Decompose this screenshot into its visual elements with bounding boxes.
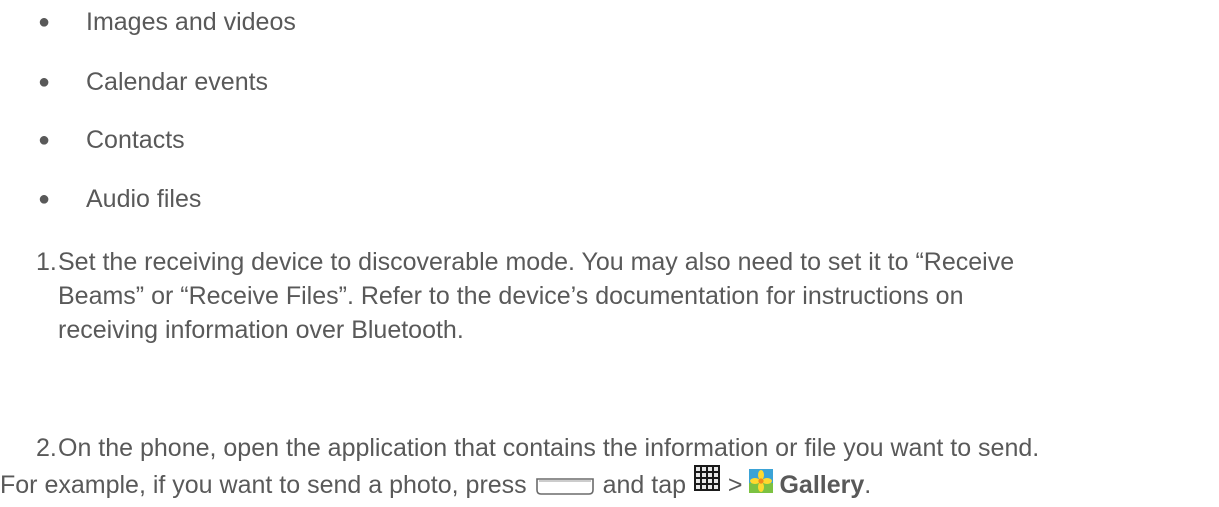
step-number: 2.	[36, 434, 57, 462]
apps-grid-icon	[693, 465, 720, 491]
bullet-icon: ●	[37, 188, 51, 210]
step-line: Set the receiving device to discoverable…	[58, 248, 1015, 276]
step-line: receiving information over Bluetooth.	[58, 316, 464, 344]
list-item-text: Audio files	[86, 185, 202, 213]
step-text-segment: .	[864, 471, 872, 499]
step-line: On the phone, open the application that …	[58, 434, 1040, 462]
home-key-icon	[535, 478, 594, 495]
gallery-label: Gallery	[779, 471, 865, 499]
list-item-text: Calendar events	[86, 68, 269, 96]
document-page: ● Images and videos ● Calendar events ● …	[0, 0, 1219, 507]
list-item-text: Contacts	[86, 126, 185, 154]
step-text: On the phone, open the application that …	[0, 431, 1208, 502]
gallery-icon	[749, 469, 774, 493]
step-text-segment: For example, if you want to send a photo…	[0, 471, 527, 499]
step-text-segment: >	[727, 471, 743, 499]
step-number: 1.	[36, 248, 57, 276]
step-line: For example, if you want to send a photo…	[0, 465, 1208, 502]
step-text-segment: and tap	[602, 471, 687, 499]
list-item-text: Images and videos	[86, 8, 296, 36]
bullet-icon: ●	[37, 11, 51, 33]
step-line: Beams” or “Receive Files”. Refer to the …	[58, 282, 964, 310]
step-text: Set the receiving device to discoverable…	[58, 245, 1208, 347]
bullet-icon: ●	[37, 129, 51, 151]
bullet-icon: ●	[37, 71, 51, 93]
